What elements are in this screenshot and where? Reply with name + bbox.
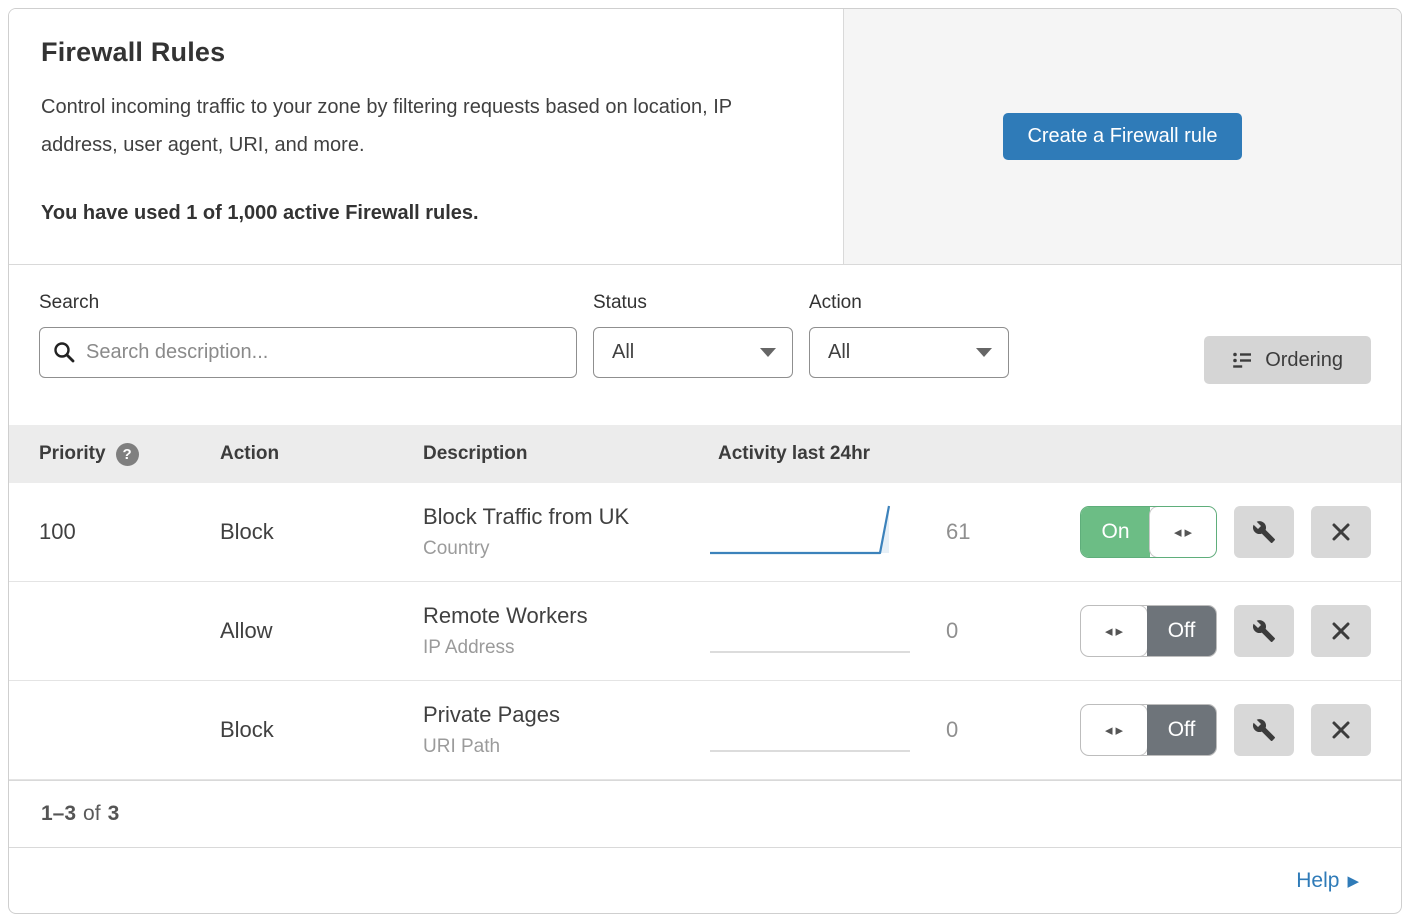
page-title: Firewall Rules [41,37,803,68]
top-section: Firewall Rules Control incoming traffic … [9,9,1401,265]
rule-match-type: URI Path [423,736,710,758]
create-firewall-rule-button[interactable]: Create a Firewall rule [1003,113,1241,160]
rule-match-type: IP Address [423,637,710,659]
activity-sparkline [710,600,910,663]
rule-description: Block Traffic from UK [423,504,710,530]
toggle-knob: ◂▸ [1081,705,1147,755]
description-cell: Remote Workers IP Address [423,603,710,659]
delete-rule-button[interactable] [1311,506,1371,558]
close-icon [1330,521,1352,543]
help-link-label: Help [1296,869,1339,893]
toggle-off-label: Off [1147,705,1216,755]
firewall-rules-card: Firewall Rules Control incoming traffic … [8,8,1402,914]
status-group: Status All [593,292,793,378]
toggle-knob: ◂▸ [1081,606,1147,656]
activity-sparkline [710,699,910,762]
rule-match-type: Country [423,538,710,560]
action-select[interactable]: All [809,327,1009,378]
left-right-arrows-icon: ◂▸ [1102,622,1126,640]
edit-rule-button[interactable] [1234,704,1294,756]
pagination-total: 3 [108,802,120,826]
rule-enabled-toggle[interactable]: ◂▸ Off [1080,704,1217,756]
ordering-button-label: Ordering [1265,349,1343,372]
action-cell: Block [220,519,423,545]
status-select[interactable]: All [593,327,793,378]
arrow-right-icon: ▶ [1347,872,1359,890]
table-row: Allow Remote Workers IP Address 0 ◂▸ Off [9,582,1401,681]
chevron-down-icon [976,348,992,357]
filters-bar: Search Status All Action All [9,265,1401,425]
search-input[interactable] [39,327,577,378]
close-icon [1330,719,1352,741]
chevron-down-icon [760,348,776,357]
activity-count: 0 [910,717,1030,743]
action-column-header: Action [220,443,423,465]
wrench-icon [1252,619,1276,643]
left-right-arrows-icon: ◂▸ [1102,721,1126,739]
action-cell: Allow [220,618,423,644]
help-link[interactable]: Help ▶ [1296,869,1359,893]
pagination-of-label: of [83,802,101,826]
close-icon [1330,620,1352,642]
intro-panel: Firewall Rules Control incoming traffic … [9,9,843,264]
cta-panel: Create a Firewall rule [843,9,1401,264]
table-row: Block Private Pages URI Path 0 ◂▸ Off [9,681,1401,780]
activity-column-header: Activity last 24hr [710,443,870,465]
description-cell: Private Pages URI Path [423,702,710,758]
edit-rule-button[interactable] [1234,605,1294,657]
action-group: Action All [809,292,1009,378]
activity-count: 61 [910,519,1030,545]
pagination-bar: 1–3 of 3 [9,780,1401,847]
toggle-off-label: Off [1147,606,1216,656]
priority-help-icon[interactable]: ? [116,443,139,466]
status-selected-value: All [612,341,634,364]
toggle-on-label: On [1081,507,1150,557]
rule-enabled-toggle[interactable]: ◂▸ Off [1080,605,1217,657]
footer-bar: Help ▶ [9,847,1401,913]
rule-enabled-toggle[interactable]: On ◂▸ [1080,506,1217,558]
pagination-range: 1–3 [41,802,76,826]
search-field-wrap [39,327,577,378]
page-description: Control incoming traffic to your zone by… [41,88,803,164]
status-label: Status [593,292,793,314]
table-row: 100 Block Block Traffic from UK Country … [9,483,1401,582]
table-header: Priority ? Action Description Activity l… [9,425,1401,483]
delete-rule-button[interactable] [1311,704,1371,756]
search-group: Search [39,292,577,378]
toggle-knob: ◂▸ [1150,507,1216,557]
description-cell: Block Traffic from UK Country [423,504,710,560]
delete-rule-button[interactable] [1311,605,1371,657]
description-column-header: Description [423,443,710,465]
priority-column-header: Priority ? [39,443,220,466]
usage-note: You have used 1 of 1,000 active Firewall… [41,202,803,225]
rule-description: Remote Workers [423,603,710,629]
wrench-icon [1252,718,1276,742]
ordering-button[interactable]: Ordering [1204,336,1371,384]
left-right-arrows-icon: ◂▸ [1171,523,1195,541]
wrench-icon [1252,520,1276,544]
action-cell: Block [220,717,423,743]
row-controls: ◂▸ Off [1080,704,1371,756]
priority-header-label: Priority [39,443,106,465]
search-icon [53,341,75,363]
activity-count: 0 [910,618,1030,644]
action-selected-value: All [828,341,850,364]
action-label: Action [809,292,1009,314]
edit-rule-button[interactable] [1234,506,1294,558]
row-controls: ◂▸ Off [1080,605,1371,657]
row-controls: On ◂▸ [1080,506,1371,558]
search-label: Search [39,292,577,314]
rule-description: Private Pages [423,702,710,728]
list-icon [1232,350,1253,371]
activity-sparkline [710,501,910,564]
priority-cell: 100 [39,519,220,545]
